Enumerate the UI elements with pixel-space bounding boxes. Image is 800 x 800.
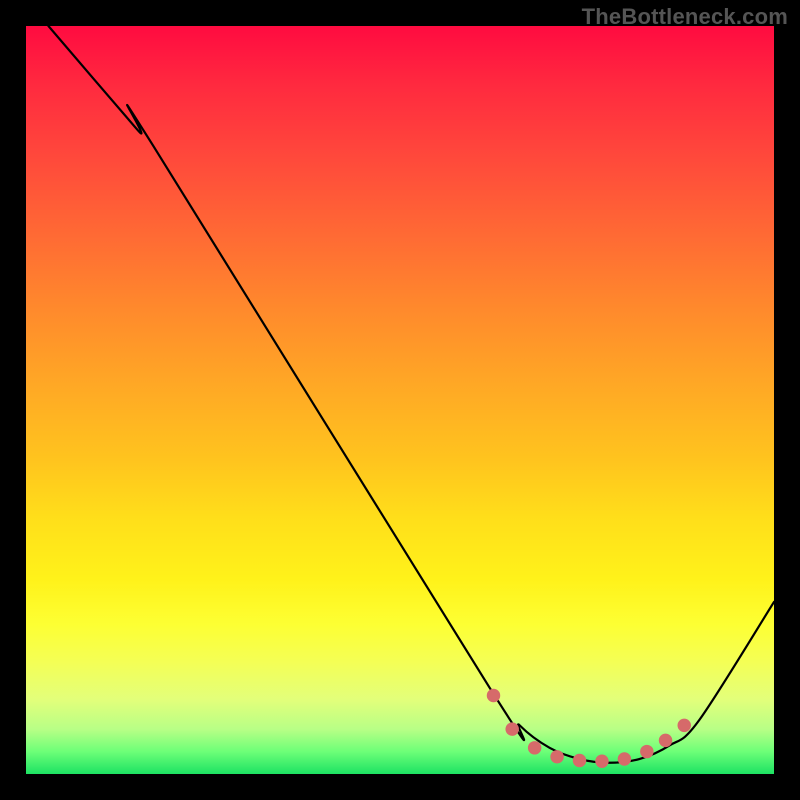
curve-marker (550, 750, 563, 763)
curve-marker (505, 722, 518, 735)
curve-marker (595, 755, 608, 768)
curve-marker (618, 752, 631, 765)
curve-marker (640, 745, 653, 758)
watermark-label: TheBottleneck.com (582, 4, 788, 30)
marker-group (487, 689, 691, 768)
curve-marker (659, 734, 672, 747)
bottleneck-curve (48, 26, 774, 763)
curve-layer (26, 26, 774, 774)
curve-marker (528, 741, 541, 754)
chart-frame: TheBottleneck.com (0, 0, 800, 800)
plot-area (26, 26, 774, 774)
curve-marker (487, 689, 500, 702)
curve-marker (573, 754, 586, 767)
curve-marker (678, 719, 691, 732)
